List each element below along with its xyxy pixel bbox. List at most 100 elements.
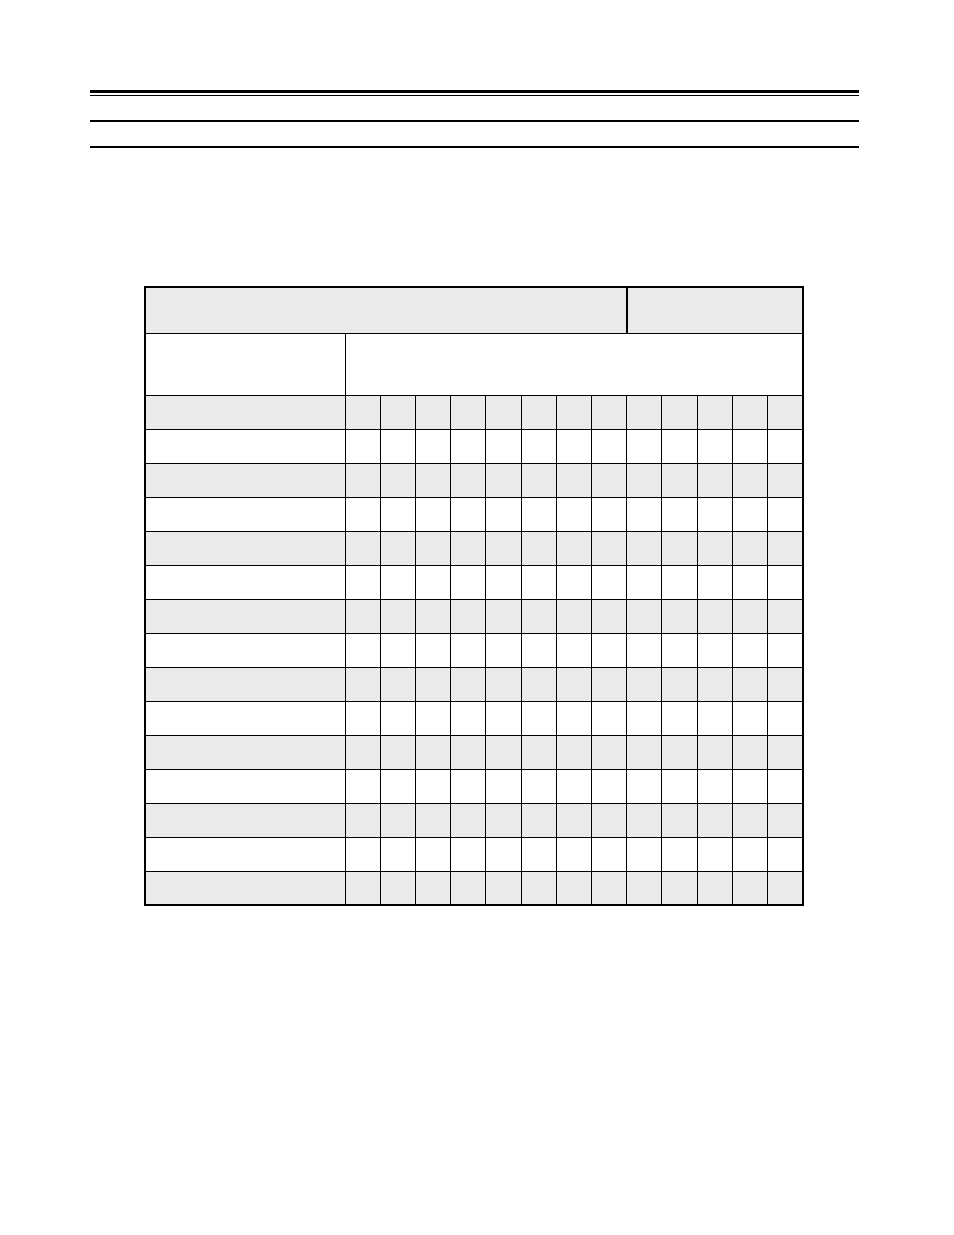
cell bbox=[345, 531, 380, 565]
cell bbox=[415, 871, 450, 905]
cell bbox=[768, 497, 803, 531]
cell bbox=[345, 429, 380, 463]
cell bbox=[486, 633, 521, 667]
cell bbox=[521, 701, 556, 735]
cell bbox=[556, 667, 591, 701]
cell bbox=[380, 735, 415, 769]
cell bbox=[697, 633, 732, 667]
cell bbox=[556, 837, 591, 871]
cell bbox=[627, 429, 662, 463]
cell bbox=[697, 667, 732, 701]
cell bbox=[732, 463, 767, 497]
cell bbox=[768, 429, 803, 463]
cell bbox=[697, 599, 732, 633]
cell bbox=[592, 837, 627, 871]
cell bbox=[521, 667, 556, 701]
cell bbox=[697, 837, 732, 871]
cell bbox=[627, 395, 662, 429]
table-header-row-1 bbox=[145, 287, 803, 333]
cell bbox=[380, 871, 415, 905]
cell bbox=[697, 735, 732, 769]
cell bbox=[592, 633, 627, 667]
cell bbox=[415, 497, 450, 531]
cell bbox=[556, 429, 591, 463]
cell bbox=[486, 769, 521, 803]
cell bbox=[486, 599, 521, 633]
cell bbox=[451, 803, 486, 837]
cell bbox=[380, 429, 415, 463]
cell bbox=[768, 599, 803, 633]
table-row bbox=[145, 803, 803, 837]
cell bbox=[732, 497, 767, 531]
cell bbox=[380, 701, 415, 735]
cell bbox=[521, 395, 556, 429]
cell bbox=[380, 531, 415, 565]
cell bbox=[380, 599, 415, 633]
table-row bbox=[145, 599, 803, 633]
cell bbox=[451, 599, 486, 633]
table-row bbox=[145, 633, 803, 667]
cell bbox=[592, 769, 627, 803]
cell bbox=[521, 599, 556, 633]
cell bbox=[732, 633, 767, 667]
cell bbox=[451, 735, 486, 769]
cell bbox=[451, 837, 486, 871]
cell bbox=[627, 769, 662, 803]
row-label bbox=[145, 429, 345, 463]
cell bbox=[662, 531, 697, 565]
cell bbox=[662, 429, 697, 463]
cell bbox=[345, 803, 380, 837]
cell bbox=[451, 565, 486, 599]
cell bbox=[592, 667, 627, 701]
cell bbox=[627, 531, 662, 565]
table-row bbox=[145, 701, 803, 735]
cell bbox=[451, 701, 486, 735]
cell bbox=[451, 395, 486, 429]
table-row bbox=[145, 667, 803, 701]
cell bbox=[415, 803, 450, 837]
cell bbox=[697, 497, 732, 531]
cell bbox=[415, 565, 450, 599]
cell bbox=[627, 871, 662, 905]
cell bbox=[415, 735, 450, 769]
cell bbox=[521, 803, 556, 837]
cell bbox=[451, 497, 486, 531]
cell bbox=[662, 565, 697, 599]
cell bbox=[380, 497, 415, 531]
cell bbox=[451, 633, 486, 667]
row-label bbox=[145, 769, 345, 803]
cell bbox=[345, 463, 380, 497]
cell bbox=[768, 769, 803, 803]
cell bbox=[556, 599, 591, 633]
cell bbox=[556, 701, 591, 735]
cell bbox=[768, 395, 803, 429]
table-row bbox=[145, 497, 803, 531]
cell bbox=[627, 497, 662, 531]
cell bbox=[732, 599, 767, 633]
table-row bbox=[145, 463, 803, 497]
cell bbox=[697, 565, 732, 599]
cell bbox=[415, 837, 450, 871]
cell bbox=[732, 871, 767, 905]
cell bbox=[732, 769, 767, 803]
cell bbox=[662, 599, 697, 633]
cell bbox=[556, 871, 591, 905]
table-row bbox=[145, 769, 803, 803]
cell bbox=[697, 871, 732, 905]
cell bbox=[486, 667, 521, 701]
cell bbox=[345, 633, 380, 667]
cell bbox=[732, 429, 767, 463]
cell bbox=[451, 463, 486, 497]
cell bbox=[627, 565, 662, 599]
cell bbox=[415, 599, 450, 633]
cell bbox=[415, 633, 450, 667]
row-label bbox=[145, 395, 345, 429]
cell bbox=[697, 701, 732, 735]
cell bbox=[486, 497, 521, 531]
cell bbox=[415, 463, 450, 497]
cell bbox=[415, 429, 450, 463]
cell bbox=[662, 769, 697, 803]
cell bbox=[662, 735, 697, 769]
cell bbox=[697, 769, 732, 803]
cell bbox=[521, 633, 556, 667]
